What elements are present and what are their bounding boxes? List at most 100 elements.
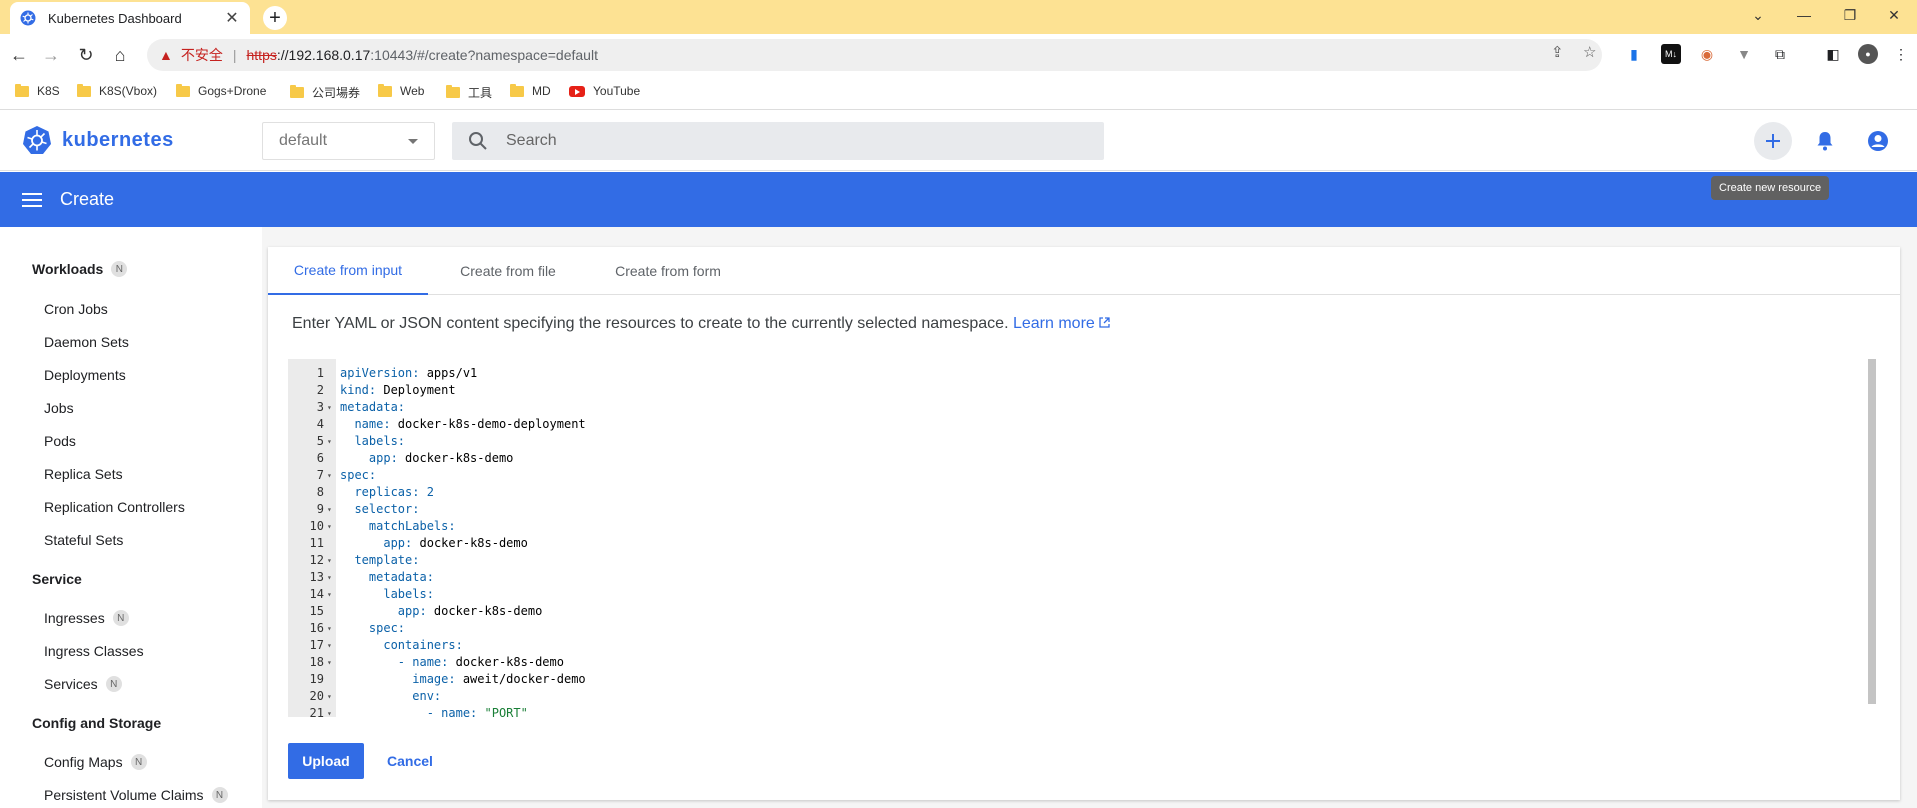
bookmark-item[interactable]: K8S(Vbox) xyxy=(77,83,157,98)
yaml-editor[interactable]: 1 2 3 ▾ 4 5 ▾ 6 7 ▾ 8 9 ▾ 10 ▾ 11 12 ▾ 13 ▾ 14 ▾ 15 16 ▾ 17 ▾ 18 ▾ 19… xyxy=(288,359,1876,720)
close-tab-icon[interactable]: ✕ xyxy=(224,8,240,28)
line-number: 21 xyxy=(309,706,324,720)
create-resource-button[interactable] xyxy=(1754,122,1792,160)
create-card: Create from input Create from file Creat… xyxy=(268,247,1900,800)
star-icon[interactable]: ☆ xyxy=(1583,43,1596,61)
fold-toggle-icon[interactable]: ▾ xyxy=(327,399,332,416)
more-icon[interactable]: ⋮ xyxy=(1891,44,1911,64)
sidebar-item-replication-controllers[interactable]: Replication Controllers xyxy=(44,499,185,515)
profile-icon[interactable]: ● xyxy=(1858,44,1878,64)
sidebar-item-persistent-volume-claims[interactable]: Persistent Volume Claims N xyxy=(44,787,228,803)
browser-tab[interactable]: Kubernetes Dashboard ✕ xyxy=(10,2,250,34)
fold-toggle-icon[interactable]: ▾ xyxy=(327,569,332,586)
sidebar-item-config-maps[interactable]: Config Maps N xyxy=(44,754,147,770)
kubernetes-logo-icon xyxy=(23,126,51,154)
sidebar-item-label: Ingresses xyxy=(44,610,105,626)
reload-icon[interactable]: ↻ xyxy=(73,42,99,68)
new-badge: N xyxy=(211,787,228,803)
line-number: 16 xyxy=(309,621,324,635)
bookmark-item[interactable]: 工具 xyxy=(446,84,492,101)
bookmarks-bar: K8S K8S(Vbox) Gogs+Drone 公司場券 Web 工具 MD … xyxy=(0,76,1917,110)
bookmark-item[interactable]: Web xyxy=(378,83,424,98)
code-line: spec: xyxy=(368,621,406,635)
line-number: 14 xyxy=(309,587,324,601)
forward-icon[interactable]: → xyxy=(38,42,64,68)
new-badge: N xyxy=(112,610,129,626)
upload-button[interactable]: Upload xyxy=(288,743,364,779)
address-bar[interactable]: ▲ 不安全 | https://192.168.0.17:10443/#/cre… xyxy=(147,39,1602,71)
notifications-button[interactable] xyxy=(1806,122,1844,160)
code-line: labels: xyxy=(383,587,434,601)
editor-scrollbar[interactable] xyxy=(1868,359,1876,704)
plus-icon: + xyxy=(269,7,281,29)
sidebar-item-services[interactable]: Services N xyxy=(44,676,122,692)
account-button[interactable] xyxy=(1859,122,1897,160)
bookmark-item[interactable]: Gogs+Drone xyxy=(176,83,266,98)
extension-icon[interactable]: ▼ xyxy=(1734,44,1754,64)
tab-search-icon[interactable]: ⌄ xyxy=(1735,0,1781,30)
editor-code[interactable]: apiVersion: apps/v1 kind: Deployment metad… xyxy=(340,365,586,722)
menu-icon[interactable] xyxy=(22,189,42,211)
sidebar-item-stateful-sets[interactable]: Stateful Sets xyxy=(44,532,123,548)
sidebar-item-daemon-sets[interactable]: Daemon Sets xyxy=(44,334,129,350)
home-icon[interactable]: ⌂ xyxy=(107,42,133,68)
bookmark-item[interactable]: MD xyxy=(510,83,551,98)
fold-toggle-icon[interactable]: ▾ xyxy=(327,433,332,450)
sidebar-item-label: Config Maps xyxy=(44,754,123,770)
fold-toggle-icon[interactable]: ▾ xyxy=(327,586,332,603)
code-line: containers: xyxy=(383,638,463,652)
bookmark-item[interactable]: YouTube xyxy=(569,84,640,98)
puzzle-icon[interactable]: ⧉ xyxy=(1770,44,1790,64)
brand-link[interactable]: kubernetes xyxy=(22,125,174,155)
bookmark-item[interactable]: K8S xyxy=(15,83,60,98)
bookmark-label: K8S xyxy=(37,84,60,98)
sidebar-item-cron-jobs[interactable]: Cron Jobs xyxy=(44,301,108,317)
namespace-select[interactable]: default xyxy=(262,122,435,160)
fold-toggle-icon[interactable]: ▾ xyxy=(327,518,332,535)
search-input[interactable] xyxy=(506,132,1066,150)
new-tab-button[interactable]: + xyxy=(263,6,287,30)
scrollbar-thumb[interactable] xyxy=(1868,359,1876,704)
fold-toggle-icon[interactable]: ▾ xyxy=(327,637,332,654)
fold-toggle-icon[interactable]: ▾ xyxy=(327,705,332,722)
tab-create-from-file[interactable]: Create from file xyxy=(428,247,588,295)
extension-icon[interactable]: ▮ xyxy=(1624,44,1644,64)
close-window-button[interactable]: ✕ xyxy=(1871,0,1917,30)
fold-toggle-icon[interactable]: ▾ xyxy=(327,620,332,637)
sidebar-item-label: Ingress Classes xyxy=(44,643,144,659)
bookmark-label: MD xyxy=(532,84,551,98)
new-badge: N xyxy=(130,754,147,770)
fold-toggle-icon[interactable]: ▾ xyxy=(327,501,332,518)
tab-create-from-input[interactable]: Create from input xyxy=(268,247,428,295)
cancel-button[interactable]: Cancel xyxy=(380,743,440,779)
folder-icon xyxy=(510,83,524,97)
nav-group-config-and-storage[interactable]: Config and Storage xyxy=(32,715,161,731)
code-line: metadata: xyxy=(368,570,434,584)
sidebar-item-replica-sets[interactable]: Replica Sets xyxy=(44,466,123,482)
nav-group-workloads[interactable]: Workloads N xyxy=(32,261,128,277)
sidebar-item-pods[interactable]: Pods xyxy=(44,433,76,449)
sidebar-item-jobs[interactable]: Jobs xyxy=(44,400,74,416)
share-icon[interactable]: ⇪ xyxy=(1551,43,1564,61)
restore-button[interactable]: ❐ xyxy=(1827,0,1873,30)
line-number: 20 xyxy=(309,689,324,703)
bookmark-label: 公司場券 xyxy=(312,86,361,100)
minimize-button[interactable]: — xyxy=(1781,0,1827,30)
sidebar-item-ingresses[interactable]: Ingresses N xyxy=(44,610,129,626)
sidepanel-icon[interactable]: ◧ xyxy=(1823,44,1843,64)
learn-more-link[interactable]: Learn more xyxy=(1013,315,1110,332)
back-icon[interactable]: ← xyxy=(6,42,32,68)
tab-create-from-form[interactable]: Create from form xyxy=(588,247,748,295)
fold-toggle-icon[interactable]: ▾ xyxy=(327,552,332,569)
fold-toggle-icon[interactable]: ▾ xyxy=(327,688,332,705)
bookmark-item[interactable]: 公司場券 xyxy=(290,84,360,101)
nav-group-label: Config and Storage xyxy=(32,715,162,731)
extension-icon[interactable]: M↓ xyxy=(1661,44,1681,64)
sidebar-item-deployments[interactable]: Deployments xyxy=(44,367,126,383)
fold-toggle-icon[interactable]: ▾ xyxy=(327,654,332,671)
extension-icon[interactable]: ◉ xyxy=(1697,44,1717,64)
sidebar-item-ingress-classes[interactable]: Ingress Classes xyxy=(44,643,144,659)
nav-group-service[interactable]: Service xyxy=(32,571,82,587)
search-bar xyxy=(452,122,1104,160)
fold-toggle-icon[interactable]: ▾ xyxy=(327,467,332,484)
